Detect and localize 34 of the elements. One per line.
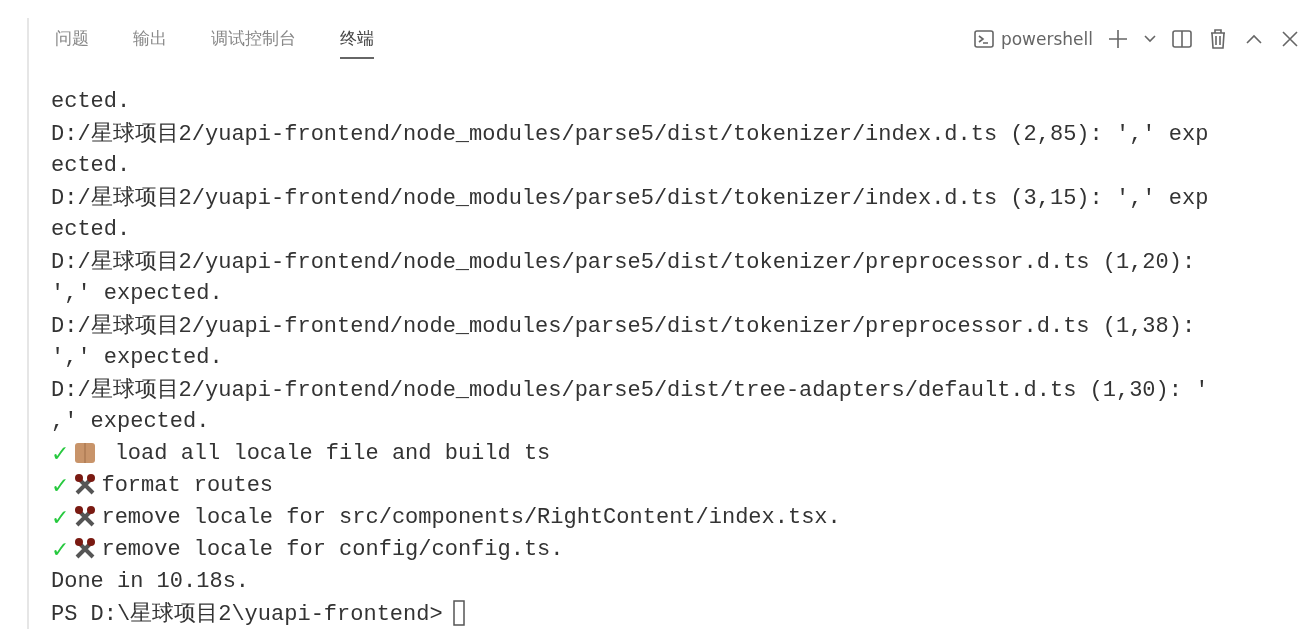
terminal-line: D:/星球项目2/yuapi-frontend/node_modules/parse5/dist/tree-adapters/default.d.ts (1,30): ' bbox=[51, 377, 1209, 404]
terminal-line: ,' expected. bbox=[51, 408, 210, 434]
terminal-line: D:/星球项目2/yuapi-frontend/node_modules/parse5/dist/tokenizer/preprocessor.d.ts (1,38): bbox=[51, 313, 1196, 340]
terminal-line: ected. bbox=[51, 88, 131, 114]
plus-icon[interactable] bbox=[1107, 27, 1129, 50]
terminal-line: D:/星球项目2/yuapi-frontend/node_modules/parse5/dist/tokenizer/index.d.ts (2,85): ',' exp bbox=[51, 121, 1209, 148]
tools-icon bbox=[73, 537, 98, 561]
terminal-line: Done in 10.18s. bbox=[51, 568, 250, 594]
terminal-line: remove locale for src/components/RightContent/index.tsx. bbox=[101, 504, 841, 530]
terminal-icon bbox=[972, 27, 995, 50]
terminal-line: load all locale file and build ts bbox=[113, 440, 551, 466]
panel-tab[interactable]: 终端 bbox=[340, 18, 374, 59]
terminal-line: ',' expected. bbox=[51, 280, 223, 306]
terminal-line: format routes bbox=[101, 472, 274, 498]
terminal-line: ',' expected. bbox=[51, 344, 223, 370]
terminal-line: ected. bbox=[51, 216, 131, 242]
prompt-text: PS D:\星球项目2\yuapi-frontend> bbox=[51, 601, 443, 628]
check-mark: ✓ bbox=[51, 440, 70, 466]
cursor-icon bbox=[452, 600, 465, 626]
tools-icon bbox=[73, 505, 98, 529]
check-mark: ✓ bbox=[51, 504, 70, 530]
terminal-line: D:/星球项目2/yuapi-frontend/node_modules/parse5/dist/tokenizer/preprocessor.d.ts (1,20): bbox=[51, 249, 1196, 276]
panel-tab[interactable]: 调试控制台 bbox=[211, 18, 296, 59]
split-icon[interactable] bbox=[1171, 27, 1193, 50]
terminal-line: D:/星球项目2/yuapi-frontend/node_modules/parse5/dist/tokenizer/index.d.ts (3,15): ',' exp bbox=[51, 185, 1209, 212]
terminal-line: remove locale for config/config.ts. bbox=[101, 536, 564, 562]
panel-tab[interactable]: 输出 bbox=[133, 18, 167, 59]
package-icon bbox=[73, 441, 98, 465]
check-mark: ✓ bbox=[51, 472, 70, 498]
panel-tab[interactable]: 问题 bbox=[55, 18, 89, 59]
terminal-line: ected. bbox=[51, 152, 131, 178]
terminal-picker[interactable]: powershell bbox=[972, 27, 1093, 50]
tools-icon bbox=[73, 473, 98, 497]
check-mark: ✓ bbox=[51, 536, 70, 562]
